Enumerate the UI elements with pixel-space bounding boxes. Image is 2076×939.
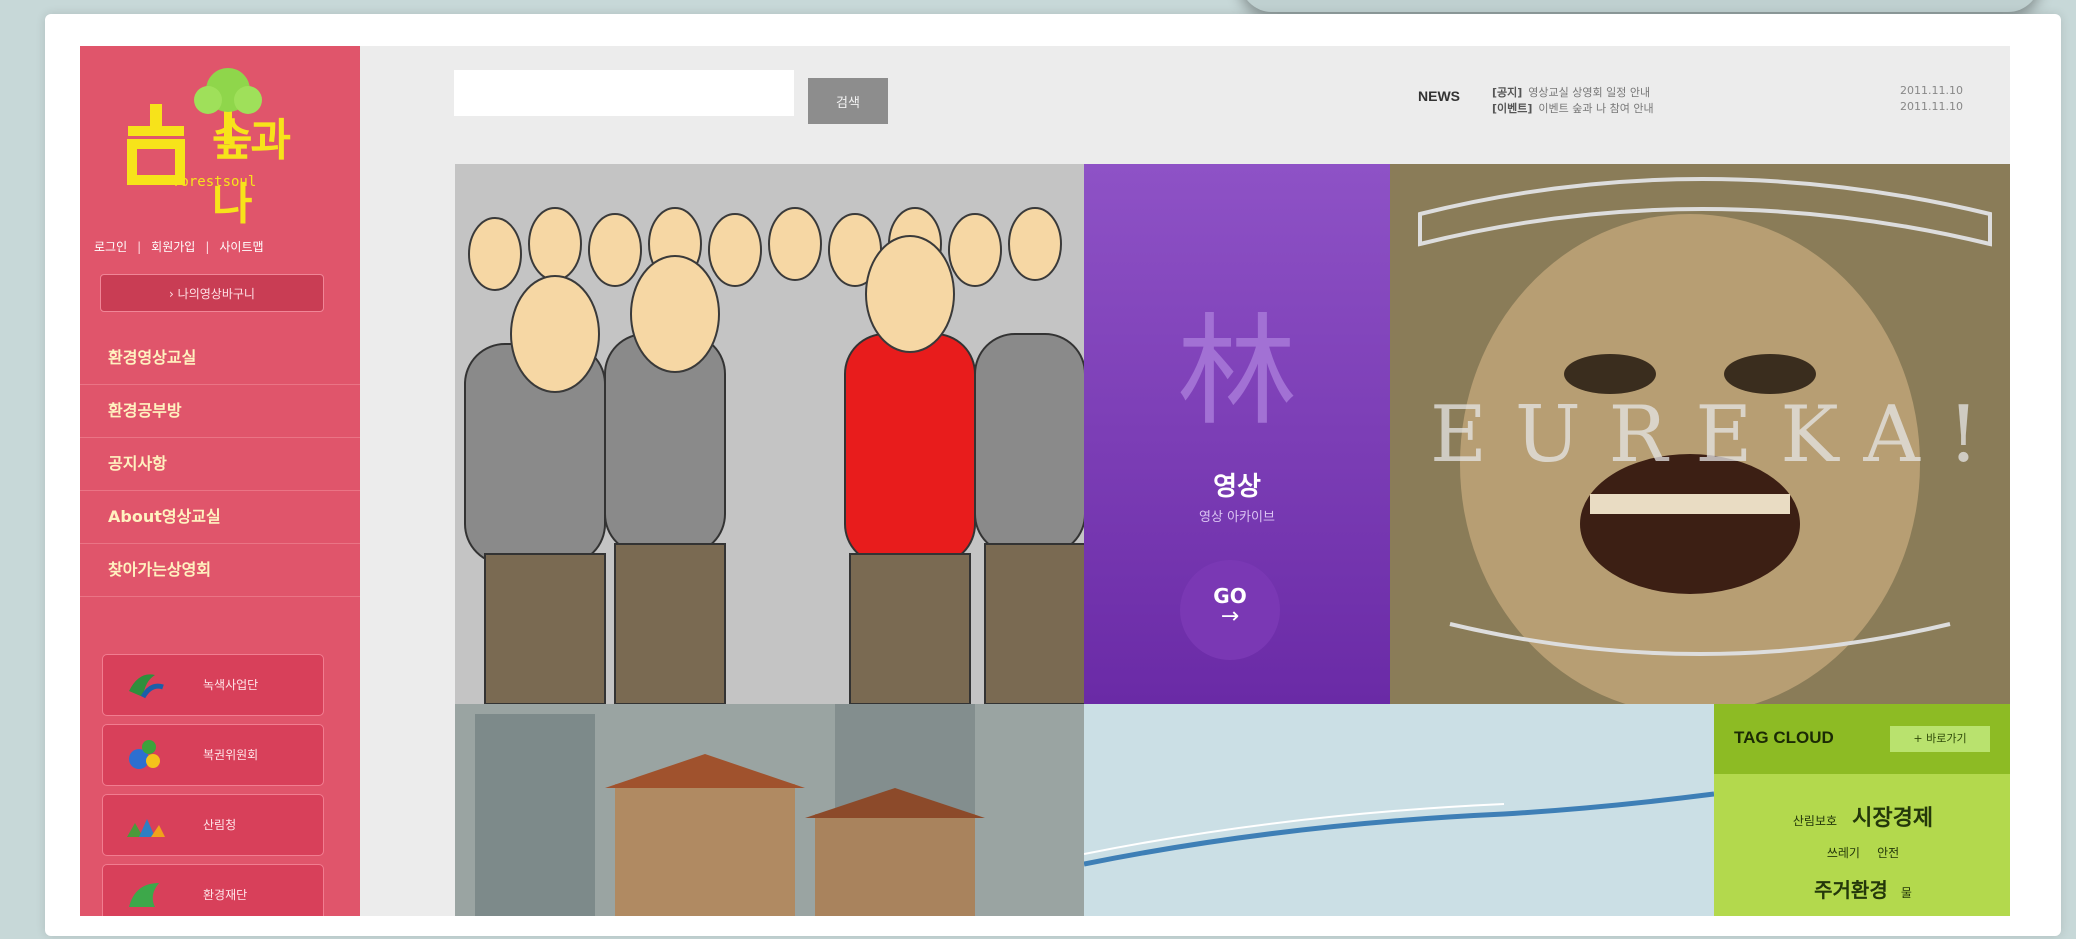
tag-cloud-header: TAG CLOUD + 바로가기 bbox=[1714, 704, 2010, 774]
lottery-logo-icon bbox=[129, 740, 160, 769]
search-input[interactable] bbox=[454, 70, 794, 116]
tag-link[interactable]: 안전 bbox=[1877, 846, 1899, 860]
logo-text: 숲과나 bbox=[212, 115, 291, 230]
news-date: 2011.11.10 bbox=[1900, 84, 1963, 97]
news-tag: [이벤트] bbox=[1492, 102, 1533, 115]
green-fund-logo-icon bbox=[129, 674, 164, 699]
tag-link[interactable]: 주거환경 bbox=[1814, 878, 1888, 902]
cartoon-crowd-illustration bbox=[455, 164, 1084, 704]
nav-item-about[interactable]: About영상교실 bbox=[80, 491, 360, 544]
news-date: 2011.11.10 bbox=[1900, 100, 1963, 113]
forest-hanja-char: 林 bbox=[1177, 303, 1297, 442]
tag-row: 쓰레기 안전 bbox=[1714, 842, 2010, 861]
cartoon-crowd-video-tile[interactable] bbox=[455, 164, 1084, 704]
main-nav: 환경영상교실 환경공부방 공지사항 About영상교실 찾아가는상영회 bbox=[80, 332, 360, 597]
nav-item-screening[interactable]: 찾아가는상영회 bbox=[80, 544, 360, 597]
partner-label: 복권위원회 bbox=[203, 748, 259, 762]
video-archive-tile[interactable]: 林 영상 영상 아카이브 GO → bbox=[1084, 164, 1390, 704]
tag-link[interactable]: 산림보호 bbox=[1793, 814, 1837, 828]
partner-link-green-fund[interactable]: 녹색사업단 bbox=[102, 654, 324, 716]
signup-link[interactable]: 회원가입 bbox=[151, 238, 195, 255]
partner-label: 환경재단 bbox=[203, 888, 248, 902]
tag-cloud-more-button[interactable]: + 바로가기 bbox=[1890, 726, 1990, 752]
nav-item-study-room[interactable]: 환경공부방 bbox=[80, 385, 360, 438]
ice-landscape-tile[interactable] bbox=[1084, 704, 1714, 916]
top-shadow-decoration bbox=[1240, 0, 2040, 12]
login-link[interactable]: 로그인 bbox=[94, 238, 127, 255]
logo-subtext: forestsoul bbox=[172, 174, 257, 190]
video-archive-subtitle: 영상 아카이브 bbox=[1199, 510, 1275, 525]
arrow-right-icon: → bbox=[1220, 604, 1240, 629]
partner-label: 산림청 bbox=[203, 818, 237, 832]
site-logo[interactable]: 숲과나 forestsoul bbox=[122, 64, 322, 230]
tag-link[interactable]: 물 bbox=[1901, 886, 1912, 900]
tag-row: 산림보호 시장경제 bbox=[1714, 800, 2010, 832]
tag-cloud-title: TAG CLOUD bbox=[1734, 728, 1834, 747]
nav-item-video-class[interactable]: 환경영상교실 bbox=[80, 332, 360, 385]
news-item[interactable]: [이벤트] 이벤트 숲과 나 참여 안내 bbox=[1492, 100, 1654, 116]
town-illustration bbox=[455, 704, 1084, 916]
partner-label: 녹색사업단 bbox=[203, 678, 259, 692]
tag-cloud-panel: TAG CLOUD + 바로가기 산림보호 시장경제 쓰레기 안전 주거환경 물 bbox=[1714, 704, 2010, 916]
news-label: NEWS bbox=[1418, 88, 1460, 104]
partner-link-lottery[interactable]: 복권위원회 bbox=[102, 724, 324, 786]
news-tag: [공지] bbox=[1492, 86, 1523, 99]
eureka-video-tile[interactable]: EUREKA! bbox=[1390, 164, 2010, 704]
env-foundation-logo-icon bbox=[129, 883, 159, 907]
tag-link[interactable]: 시장경제 bbox=[1852, 806, 1933, 831]
search-button[interactable]: 검색 bbox=[808, 78, 888, 124]
my-video-basket-button[interactable]: › 나의영상바구니 bbox=[100, 274, 324, 312]
go-button[interactable]: GO → bbox=[1180, 560, 1280, 660]
ice-illustration bbox=[1084, 704, 1714, 916]
separator: | bbox=[205, 239, 210, 254]
forest-service-logo-icon bbox=[127, 819, 165, 837]
news-item[interactable]: [공지] 영상교실 상영회 일정 안내 bbox=[1492, 84, 1650, 100]
partner-link-env-foundation[interactable]: 환경재단 bbox=[102, 864, 324, 916]
town-animation-tile[interactable] bbox=[455, 704, 1084, 916]
nav-item-notice[interactable]: 공지사항 bbox=[80, 438, 360, 491]
eureka-title: EUREKA! bbox=[1430, 390, 2008, 480]
sitemap-link[interactable]: 사이트맵 bbox=[219, 238, 263, 255]
utility-links: 로그인 | 회원가입 | 사이트맵 bbox=[94, 238, 354, 255]
tag-link[interactable]: 쓰레기 bbox=[1827, 846, 1860, 860]
separator: | bbox=[137, 239, 142, 254]
news-text: 이벤트 숲과 나 참여 안내 bbox=[1538, 102, 1654, 115]
partner-link-forest-service[interactable]: 산림청 bbox=[102, 794, 324, 856]
sidebar: 숲과나 forestsoul 로그인 | 회원가입 | 사이트맵 › 나의영상바… bbox=[80, 46, 360, 916]
website: 숲과나 forestsoul 로그인 | 회원가입 | 사이트맵 › 나의영상바… bbox=[80, 46, 2010, 916]
tag-row: 주거환경 물 bbox=[1714, 874, 2010, 903]
news-text: 영상교실 상영회 일정 안내 bbox=[1528, 86, 1651, 99]
video-archive-title: 영상 bbox=[1213, 472, 1261, 502]
